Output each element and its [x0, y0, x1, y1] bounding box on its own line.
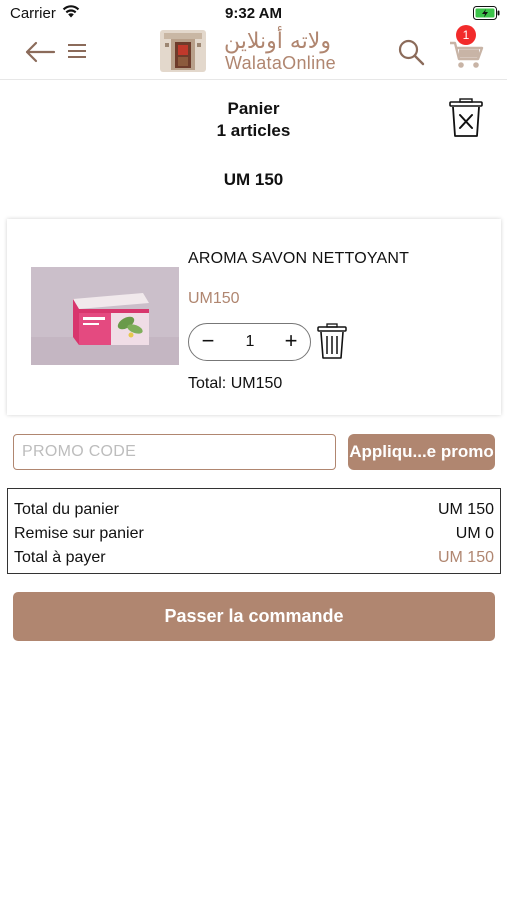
checkout-button[interactable]: Passer la commande [13, 592, 495, 641]
promo-code-input[interactable] [13, 434, 336, 470]
battery-charging-icon [473, 6, 500, 20]
arrow-left-icon[interactable] [24, 40, 56, 64]
page-title: Panier [227, 99, 280, 118]
logo-arabic-text: ولاته أونلاين [224, 29, 331, 54]
status-time: 9:32 AM [225, 5, 282, 22]
cart-subtotal: UM 150 [223, 170, 284, 189]
clear-cart-trash-x-icon[interactable] [448, 98, 484, 138]
to-pay-value: UM 150 [437, 549, 494, 566]
search-icon[interactable] [397, 38, 425, 66]
status-bar: Carrier 9:32 AM [0, 0, 507, 28]
cart-item-card: AROMA SAVON NETTOYANT UM150 − 1 + Total:… [7, 219, 501, 415]
trash-icon[interactable] [317, 323, 347, 359]
decrease-quantity-button[interactable]: − [198, 330, 218, 354]
product-image[interactable] [31, 267, 179, 365]
product-name[interactable]: AROMA SAVON NETTOYANT [188, 250, 409, 268]
item-total: Total: UM150 [188, 375, 283, 392]
quantity-value: 1 [245, 333, 255, 350]
summary-row-discount: Remise sur panier UM 0 [14, 525, 494, 547]
hamburger-menu-icon[interactable] [68, 44, 86, 58]
summary-row-to-pay: Total à payer UM 150 [14, 549, 494, 571]
summary-row-cart-total: Total du panier UM 150 [14, 501, 494, 523]
discount-value: UM 0 [455, 525, 494, 542]
app-logo[interactable]: ولاته أونلاين WalataOnline [158, 28, 358, 76]
increase-quantity-button[interactable]: + [281, 330, 301, 354]
cart-count-badge: 1 [456, 25, 476, 45]
order-summary: Total du panier UM 150 Remise sur panier… [7, 488, 501, 574]
quantity-stepper: − 1 + [188, 323, 311, 361]
product-price: UM150 [188, 290, 240, 307]
apply-promo-button[interactable]: Appliqu...e promo [348, 434, 495, 470]
cart-item-count: 1 articles [216, 121, 291, 140]
logo-door-icon [160, 30, 206, 72]
cart-total-label: Total du panier [14, 501, 119, 518]
to-pay-label: Total à payer [14, 549, 106, 566]
soap-box-picture [31, 267, 179, 365]
logo-latin-text: WalataOnline [225, 53, 336, 73]
top-navbar: ولاته أونلاين WalataOnline 1 [0, 25, 507, 80]
discount-label: Remise sur panier [14, 525, 144, 542]
cart-total-value: UM 150 [437, 501, 494, 518]
